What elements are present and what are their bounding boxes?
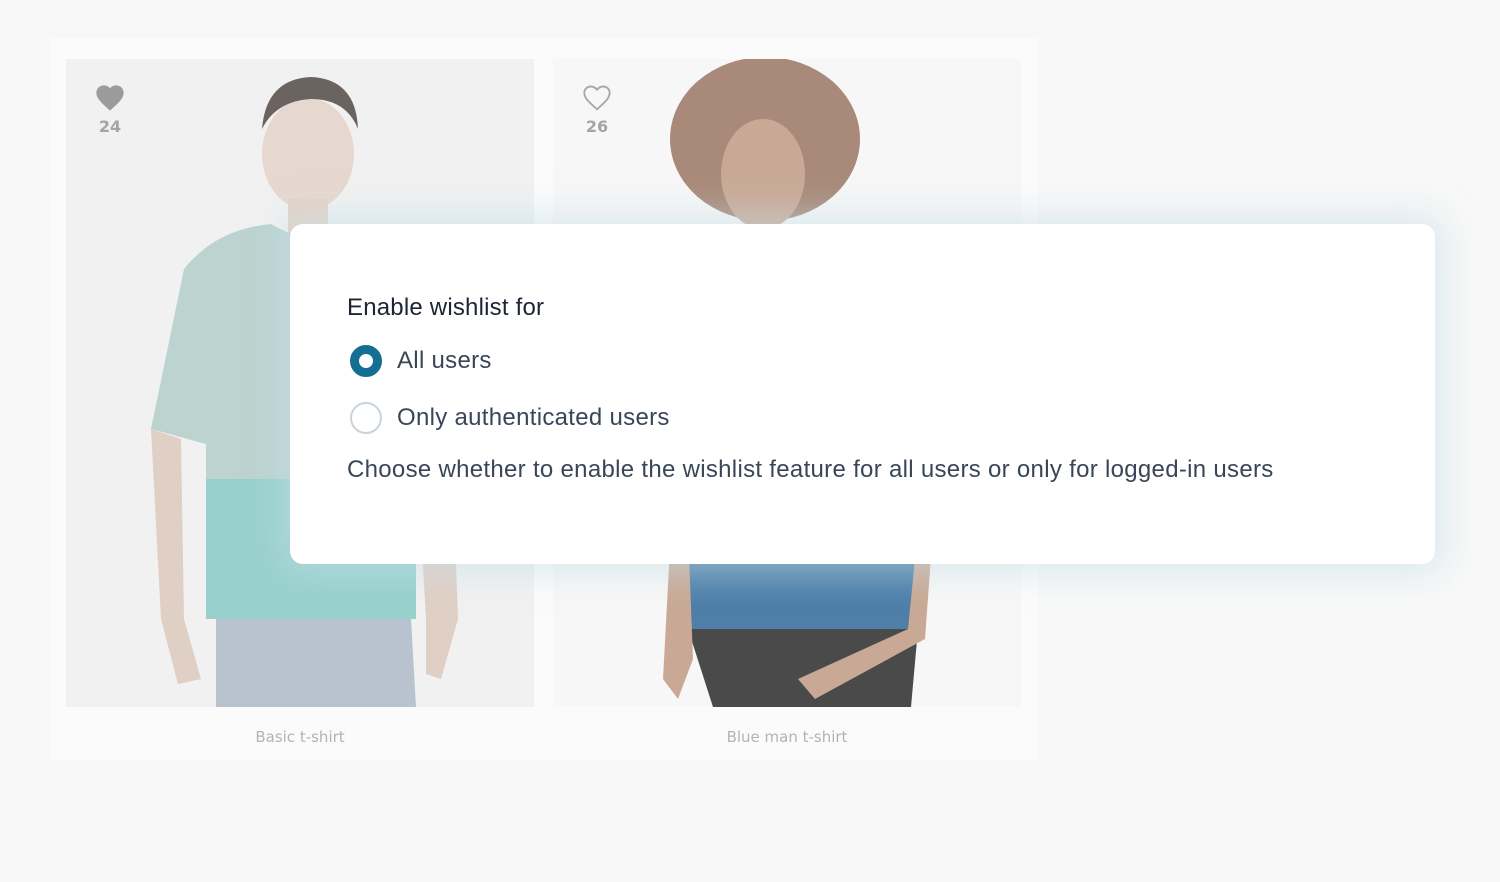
wishlist-button[interactable]: 24 <box>93 82 127 146</box>
setting-help-text: Choose whether to enable the wishlist fe… <box>347 456 1274 483</box>
setting-title: Enable wishlist for <box>347 294 545 321</box>
radio-label[interactable]: All users <box>397 347 492 375</box>
radio-button-checked[interactable] <box>350 345 382 377</box>
page: 24 Basic t-shirt 26 Blue man t-shirt Ena… <box>0 0 1500 882</box>
product-name[interactable]: Blue man t-shirt <box>553 728 1021 746</box>
radio-option-authenticated-users[interactable]: Only authenticated users <box>347 399 1378 437</box>
wishlist-button[interactable]: 26 <box>580 82 614 146</box>
radio-option-all-users[interactable]: All users <box>347 342 1378 380</box>
wishlist-settings-card: Enable wishlist for All users Only authe… <box>290 224 1435 564</box>
radio-button-unchecked[interactable] <box>350 402 382 434</box>
product-name[interactable]: Basic t-shirt <box>66 728 534 746</box>
wishlist-count: 24 <box>98 117 122 136</box>
wishlist-count: 26 <box>585 117 609 136</box>
heart-outline-icon <box>583 85 611 111</box>
radio-label[interactable]: Only authenticated users <box>397 404 670 432</box>
heart-filled-icon <box>96 85 124 111</box>
